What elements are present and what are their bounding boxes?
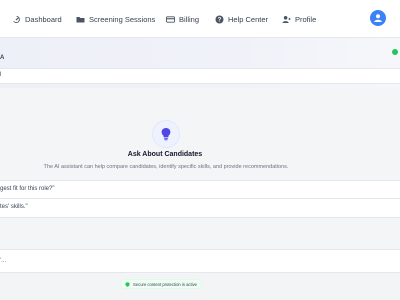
message-input[interactable]: '... bbox=[0, 249, 400, 273]
nav-help-center[interactable]: ? Help Center bbox=[215, 13, 268, 25]
panel-title: A bbox=[0, 55, 5, 61]
status-indicator bbox=[392, 49, 398, 55]
nav-profile[interactable]: Profile bbox=[282, 13, 316, 25]
nav-billing-label: Billing bbox=[179, 14, 200, 24]
security-status-badge: Secure content protection is active bbox=[120, 279, 203, 289]
empty-state-description: The AI assistant can help compare candid… bbox=[43, 164, 289, 170]
nav-dashboard-label: Dashboard bbox=[25, 14, 62, 24]
suggestion-question-2[interactable]: tes' skills." bbox=[0, 198, 400, 218]
suggestion-text: gest fit for this role?" bbox=[0, 186, 55, 192]
help-icon: ? bbox=[215, 15, 224, 24]
security-status-text: Secure content protection is active bbox=[133, 281, 198, 287]
nav-profile-label: Profile bbox=[295, 14, 317, 24]
lightbulb-icon bbox=[161, 128, 171, 141]
user-avatar-icon bbox=[374, 14, 382, 22]
candidate-input[interactable]: l bbox=[0, 68, 400, 84]
message-input-placeholder: '... bbox=[0, 258, 7, 264]
nav-screening-sessions[interactable]: Screening Sessions bbox=[76, 13, 155, 25]
nav-billing[interactable]: Billing bbox=[166, 13, 199, 25]
svg-text:?: ? bbox=[218, 17, 222, 23]
nav-dashboard[interactable]: Dashboard bbox=[12, 13, 62, 25]
nav-help-center-label: Help Center bbox=[228, 14, 269, 24]
user-icon bbox=[282, 15, 291, 24]
candidate-input-text: l bbox=[0, 72, 2, 78]
top-navbar: Dashboard Screening Sessions Billing ? H… bbox=[0, 0, 400, 38]
chat-area bbox=[0, 89, 400, 269]
avatar[interactable] bbox=[370, 10, 386, 26]
card-icon bbox=[166, 15, 175, 24]
shield-icon bbox=[125, 281, 130, 287]
folder-icon bbox=[76, 15, 85, 24]
suggestion-text: tes' skills." bbox=[0, 204, 28, 210]
empty-state-icon-circle bbox=[152, 120, 180, 148]
suggestion-question-1[interactable]: gest fit for this role?" bbox=[0, 180, 400, 200]
empty-state-title: Ask About Candidates bbox=[127, 151, 203, 158]
dashboard-icon bbox=[12, 15, 21, 24]
nav-screening-sessions-label: Screening Sessions bbox=[89, 14, 156, 24]
